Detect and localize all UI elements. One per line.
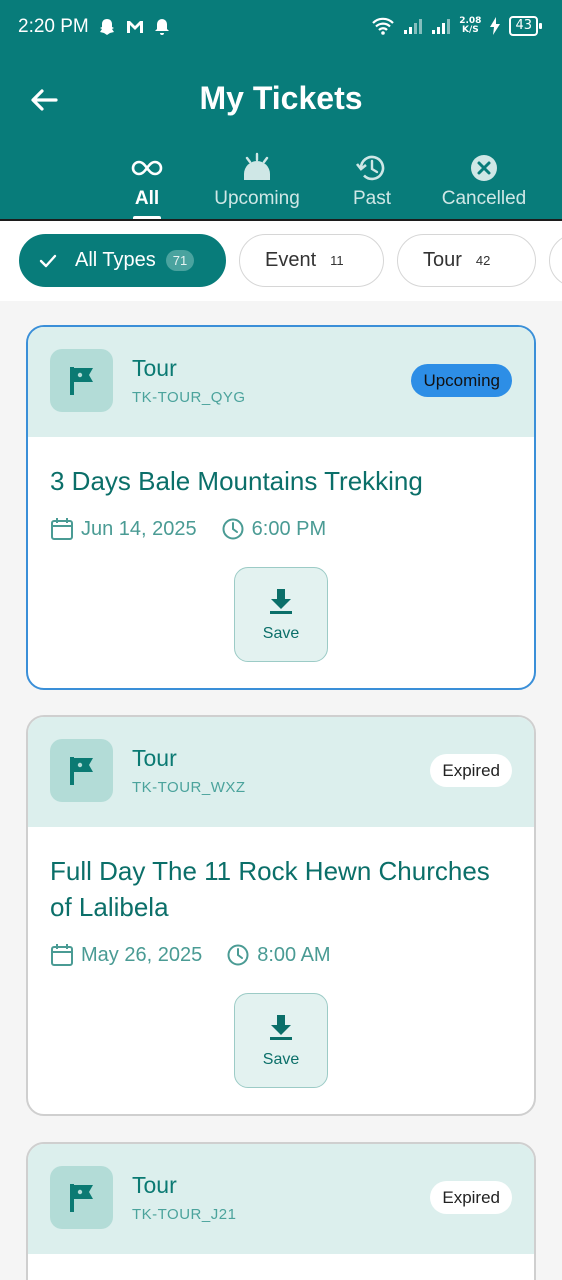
status-badge: Upcoming [411,364,512,397]
page-title: My Tickets [199,80,363,116]
ticket-title: 3 Days Bale Mountains Trekking [50,466,423,496]
type-filter-row: All Types 71 Event 11 Tour 42 [0,221,562,301]
status-time: 2:20 PM [18,16,89,37]
filter-chip-event[interactable]: Event 11 [239,234,384,287]
gmail-icon [127,21,143,33]
status-bar: 2:20 PM 2.08 K/S 43 [0,0,562,56]
network-speed: 2.08 K/S [459,16,482,35]
ticket-type: Tour [132,355,177,381]
signal-1-icon [404,19,423,34]
download-icon [270,1014,292,1040]
flag-icon [69,1183,93,1212]
app-bar: 2:20 PM 2.08 K/S 43 My Tickets All Upcom… [0,0,562,220]
flag-icon [69,756,93,785]
tab-label: Past [352,188,392,209]
flag-icon [69,366,93,395]
filter-chip-more[interactable] [549,234,562,287]
tab-upcoming[interactable]: Upcoming [202,150,312,220]
ticket-card-header: Tour TK-TOUR_J21 Expired [28,1144,534,1254]
sunrise-icon [244,152,270,180]
ticket-type: Tour [132,745,177,771]
ticket-title: Full Day The 11 Rock Hewn Churches of La… [50,856,490,922]
ticket-type: Tour [132,1172,177,1198]
history-icon [355,155,385,181]
ticket-card[interactable]: Tour TK-TOUR_QYG Upcoming 3 Days Bale Mo… [26,325,536,690]
ticket-datetime: Jun 14, 2025 6:00 PM [50,517,512,541]
tab-label: All [134,188,160,209]
ticket-code: TK-TOUR_J21 [132,1206,237,1223]
ticket-card[interactable]: Tour TK-TOUR_WXZ Expired Full Day The 11… [26,715,536,1116]
ticket-time: 6:00 PM [251,517,327,540]
charging-bolt-icon [490,17,501,35]
tab-label: Upcoming [214,188,300,209]
battery-level: 43 [509,16,542,36]
calendar-icon [51,944,73,966]
ticket-card[interactable]: Tour TK-TOUR_J21 Expired [26,1142,536,1280]
ticket-datetime: May 26, 2025 8:00 AM [50,943,512,967]
ticket-code: TK-TOUR_WXZ [132,779,246,796]
snapchat-icon [100,19,114,35]
ticket-card-header: Tour TK-TOUR_WXZ Expired [28,717,534,827]
ticket-code: TK-TOUR_QYG [132,389,246,406]
calendar-icon [51,518,73,540]
tab-label: Cancelled [441,188,527,209]
ticket-date: May 26, 2025 [81,943,203,966]
infinity-icon [131,160,163,176]
filter-chip-label: Tour [423,249,462,271]
wifi-icon [372,17,395,35]
check-icon [39,254,57,267]
save-ticket-button[interactable]: Save [234,993,328,1088]
filter-chip-label: Event [265,249,317,271]
notification-bell-icon [155,19,169,35]
filter-chip-count: 42 [475,253,491,268]
ticket-tabs: All Upcoming Past Cancelled [102,150,542,220]
tour-type-icon-box [50,1166,113,1229]
tour-type-icon-box [50,349,113,412]
save-label: Save [262,1050,300,1068]
save-label: Save [262,624,300,642]
cancel-circle-icon [471,155,497,181]
filter-chip-count: 71 [165,250,195,271]
clock-icon [227,944,249,966]
save-ticket-button[interactable]: Save [234,567,328,662]
filter-chip-tour[interactable]: Tour 42 [397,234,536,287]
download-icon [270,588,292,614]
status-badge: Expired [430,1181,512,1214]
ticket-date: Jun 14, 2025 [81,517,197,540]
ticket-time: 8:00 AM [257,943,331,966]
status-badge: Expired [430,754,512,787]
ticket-card-header: Tour TK-TOUR_QYG Upcoming [28,327,534,437]
tab-past[interactable]: Past [332,150,412,220]
filter-chip-label: All Types [75,249,156,271]
tour-type-icon-box [50,739,113,802]
tab-all[interactable]: All [102,150,192,220]
tab-cancelled[interactable]: Cancelled [432,150,536,220]
signal-2-icon [432,19,451,34]
filter-chip-count: 11 [330,253,344,268]
clock-icon [222,518,244,540]
filter-chip-all-types[interactable]: All Types 71 [19,234,226,287]
